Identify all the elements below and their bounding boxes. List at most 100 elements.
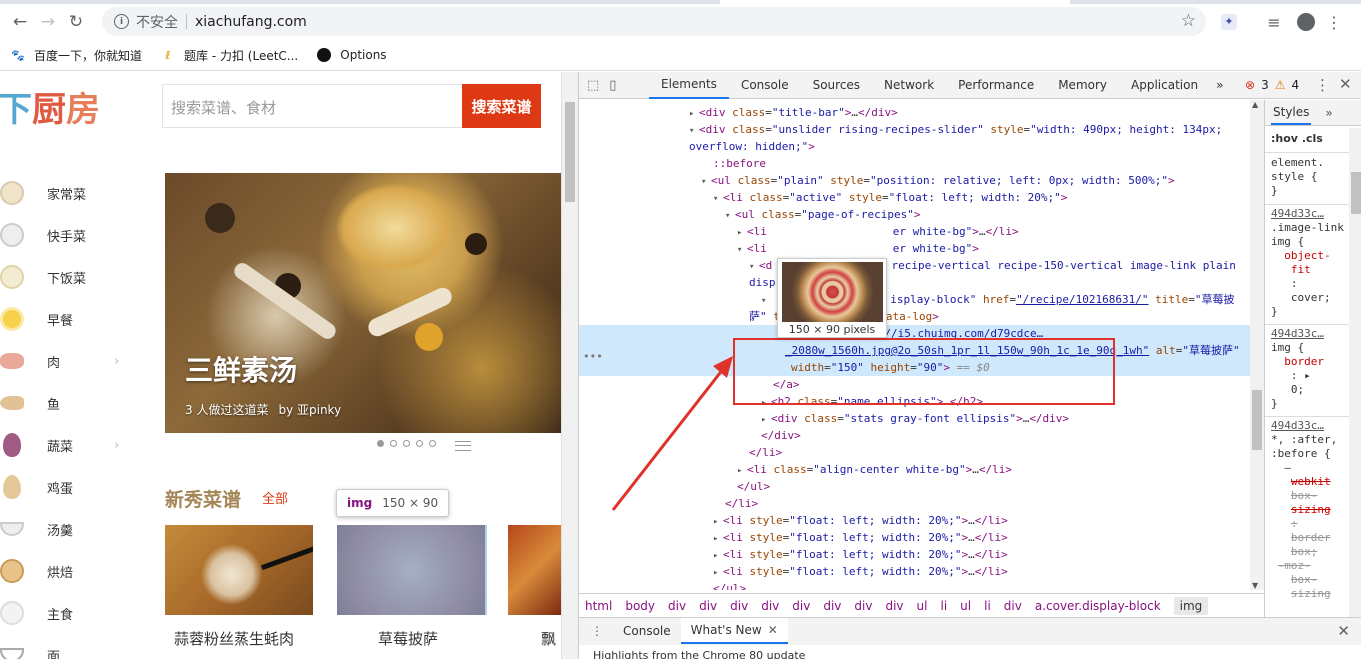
breadcrumb-item[interactable]: html xyxy=(585,599,612,613)
section-all-link[interactable]: 全部 xyxy=(262,488,288,507)
category-item[interactable]: 早餐 xyxy=(0,298,130,340)
breadcrumb-item[interactable]: div xyxy=(885,599,903,613)
breadcrumb-item[interactable]: div xyxy=(730,599,748,613)
tab-elements[interactable]: Elements xyxy=(649,72,729,99)
drawer-tab-console[interactable]: Console xyxy=(613,618,681,644)
hero-banner[interactable]: 三鲜素汤 3 人做过这道菜 by 亚pinky xyxy=(165,173,561,433)
dom-node[interactable]: ▾ <d recipe-vertical recipe-150-vertical … xyxy=(579,257,1250,274)
category-item[interactable]: 下饭菜 xyxy=(0,256,130,298)
dom-node[interactable]: 萨" target="_blank" data-log> xyxy=(579,308,1250,325)
breadcrumb-item[interactable]: div xyxy=(1004,599,1022,613)
carousel-dots[interactable] xyxy=(377,440,436,447)
dom-node[interactable]: ▾ isplay-block" href="/recipe/102168631/… xyxy=(579,291,1250,308)
breadcrumb-item[interactable]: a.cover.display-block xyxy=(1035,599,1161,613)
bookmark-leetcode[interactable]: ℓ 题库 - 力扣 (LeetC... xyxy=(160,47,298,64)
style-filter-toggles[interactable]: :hov .cls xyxy=(1271,132,1323,146)
breadcrumb-item[interactable]: div xyxy=(854,599,872,613)
dom-node[interactable]: ▸ <li er white-bg">…</li> xyxy=(579,223,1250,240)
category-item[interactable]: 汤羹 xyxy=(0,508,130,550)
breadcrumb-item[interactable]: ul xyxy=(917,599,928,613)
node-actions-icon[interactable]: ••• xyxy=(583,350,603,363)
dom-node[interactable]: ▾ <li class="active" style="float: left; … xyxy=(579,189,1250,206)
category-item[interactable]: 主食 xyxy=(0,592,130,634)
list-icon[interactable] xyxy=(455,441,471,451)
browser-menu-icon[interactable]: ⋮ xyxy=(1322,10,1346,34)
dom-node[interactable]: ▾ <li er white-bg"> xyxy=(579,240,1250,257)
category-item[interactable]: 烘焙 xyxy=(0,550,130,592)
dom-node[interactable]: ▾ <ul class="plain" style="position: rela… xyxy=(579,172,1250,189)
category-item[interactable]: 肉 › xyxy=(0,340,130,382)
drawer-menu-icon[interactable]: ⋮ xyxy=(591,624,603,638)
bookmark-options[interactable]: Options xyxy=(316,47,387,63)
dom-node[interactable]: overflow: hidden;"> xyxy=(579,138,1250,155)
back-icon[interactable]: ← xyxy=(6,8,34,36)
reload-icon[interactable]: ↻ xyxy=(62,8,90,36)
recipe-card-image[interactable] xyxy=(508,525,561,615)
extension-icon[interactable]: ✦ xyxy=(1217,10,1241,34)
address-bar[interactable]: i 不安全 xiachufang.com ☆ xyxy=(102,7,1206,36)
page-scrollbar[interactable] xyxy=(561,72,578,659)
dom-scrollbar[interactable]: ▲ ▼ xyxy=(1250,100,1264,590)
close-tab-icon[interactable]: ✕ xyxy=(768,623,778,637)
category-item[interactable]: 蔬菜 › xyxy=(0,424,130,466)
styles-scrollbar[interactable] xyxy=(1349,128,1361,618)
drawer-close-icon[interactable]: ✕ xyxy=(1337,622,1350,640)
category-item[interactable]: 面 xyxy=(0,634,130,659)
breadcrumb-item[interactable]: body xyxy=(625,599,655,613)
dom-node[interactable]: ▾ <div class="unslider rising-recipes-sli… xyxy=(579,121,1250,138)
url-text[interactable]: xiachufang.com xyxy=(195,14,307,30)
star-icon[interactable]: ☆ xyxy=(1181,11,1196,31)
dom-node[interactable]: ▸ <div class="title-bar">…</div> xyxy=(579,104,1250,121)
dom-node[interactable]: ▸ <li style="float: left; width: 20%;">…<… xyxy=(579,563,1250,580)
bookmark-baidu[interactable]: 🐾 百度一下，你就知道 xyxy=(10,47,142,64)
recipe-card-image[interactable] xyxy=(165,525,313,615)
device-toggle-icon[interactable]: ▯ xyxy=(609,78,616,93)
breadcrumb-item[interactable]: li xyxy=(940,599,947,613)
breadcrumb-item[interactable]: div xyxy=(761,599,779,613)
dom-node[interactable]: </ul> xyxy=(579,580,1250,590)
breadcrumb-item[interactable]: div xyxy=(668,599,686,613)
search-button[interactable]: 搜索菜谱 xyxy=(462,84,541,128)
inspect-element-icon[interactable]: ⬚ xyxy=(587,78,599,93)
style-rule[interactable]: 494d33c… .image-link img { object- fit : c… xyxy=(1271,207,1344,319)
site-logo[interactable]: 下厨房 xyxy=(0,82,100,131)
drawer-tab-whats-new[interactable]: What's New ✕ xyxy=(680,618,788,644)
category-item[interactable]: 快手菜 xyxy=(0,214,130,256)
tab-memory[interactable]: Memory xyxy=(1046,72,1119,99)
issue-counter[interactable]: ⊗ 3 ⚠ 4 xyxy=(1245,78,1299,92)
dom-node[interactable]: disp xyxy=(579,274,1250,291)
reading-list-icon[interactable]: ≡ xyxy=(1262,10,1286,34)
tab-sources[interactable]: Sources xyxy=(801,72,872,99)
dom-tree[interactable]: ▸ <div class="title-bar">…</div> ▾ <div cl… xyxy=(579,100,1250,590)
breadcrumb-item[interactable]: div xyxy=(699,599,717,613)
breadcrumb-item[interactable]: li xyxy=(984,599,991,613)
dom-node[interactable]: ▾ <ul class="page-of-recipes"> xyxy=(579,206,1250,223)
tab-console[interactable]: Console xyxy=(729,72,801,99)
hero-title[interactable]: 三鲜素汤 xyxy=(185,349,297,389)
category-item[interactable]: 鸡蛋 xyxy=(0,466,130,508)
breadcrumb-item[interactable]: div xyxy=(823,599,841,613)
forward-icon[interactable]: → xyxy=(34,8,62,36)
more-panes-icon[interactable]: » xyxy=(1325,106,1332,120)
breadcrumb-item[interactable]: div xyxy=(792,599,810,613)
style-rule[interactable]: 494d33c… *, :after,:before { — webkit box… xyxy=(1271,419,1337,601)
devtools-close-icon[interactable]: ✕ xyxy=(1339,75,1352,93)
search-input[interactable]: 搜索菜谱、食材 xyxy=(162,84,462,128)
tab-network[interactable]: Network xyxy=(872,72,946,99)
info-icon[interactable]: i xyxy=(114,14,129,29)
breadcrumb-item[interactable]: ul xyxy=(960,599,971,613)
breadcrumb-item-current[interactable]: img xyxy=(1173,596,1209,615)
tab-application[interactable]: Application xyxy=(1119,72,1210,99)
dom-node[interactable]: ::before xyxy=(579,155,1250,172)
recipe-card-title[interactable]: 飘 xyxy=(541,628,556,649)
style-rule[interactable]: 494d33c… img { border : ▸ 0;} xyxy=(1271,327,1324,411)
tab-performance[interactable]: Performance xyxy=(946,72,1046,99)
devtools-menu-icon[interactable]: ⋮ xyxy=(1315,76,1330,94)
profile-icon[interactable] xyxy=(1294,10,1318,34)
tab-styles[interactable]: Styles xyxy=(1271,101,1312,125)
category-item[interactable]: 鱼 xyxy=(0,382,130,424)
more-tabs-icon[interactable]: » xyxy=(1210,72,1229,99)
style-rule[interactable]: element. style {} xyxy=(1271,156,1324,198)
recipe-card-title[interactable]: 蒜蓉粉丝蒸生蚝肉 xyxy=(174,628,294,649)
recipe-card-title[interactable]: 草莓披萨 xyxy=(378,628,438,649)
